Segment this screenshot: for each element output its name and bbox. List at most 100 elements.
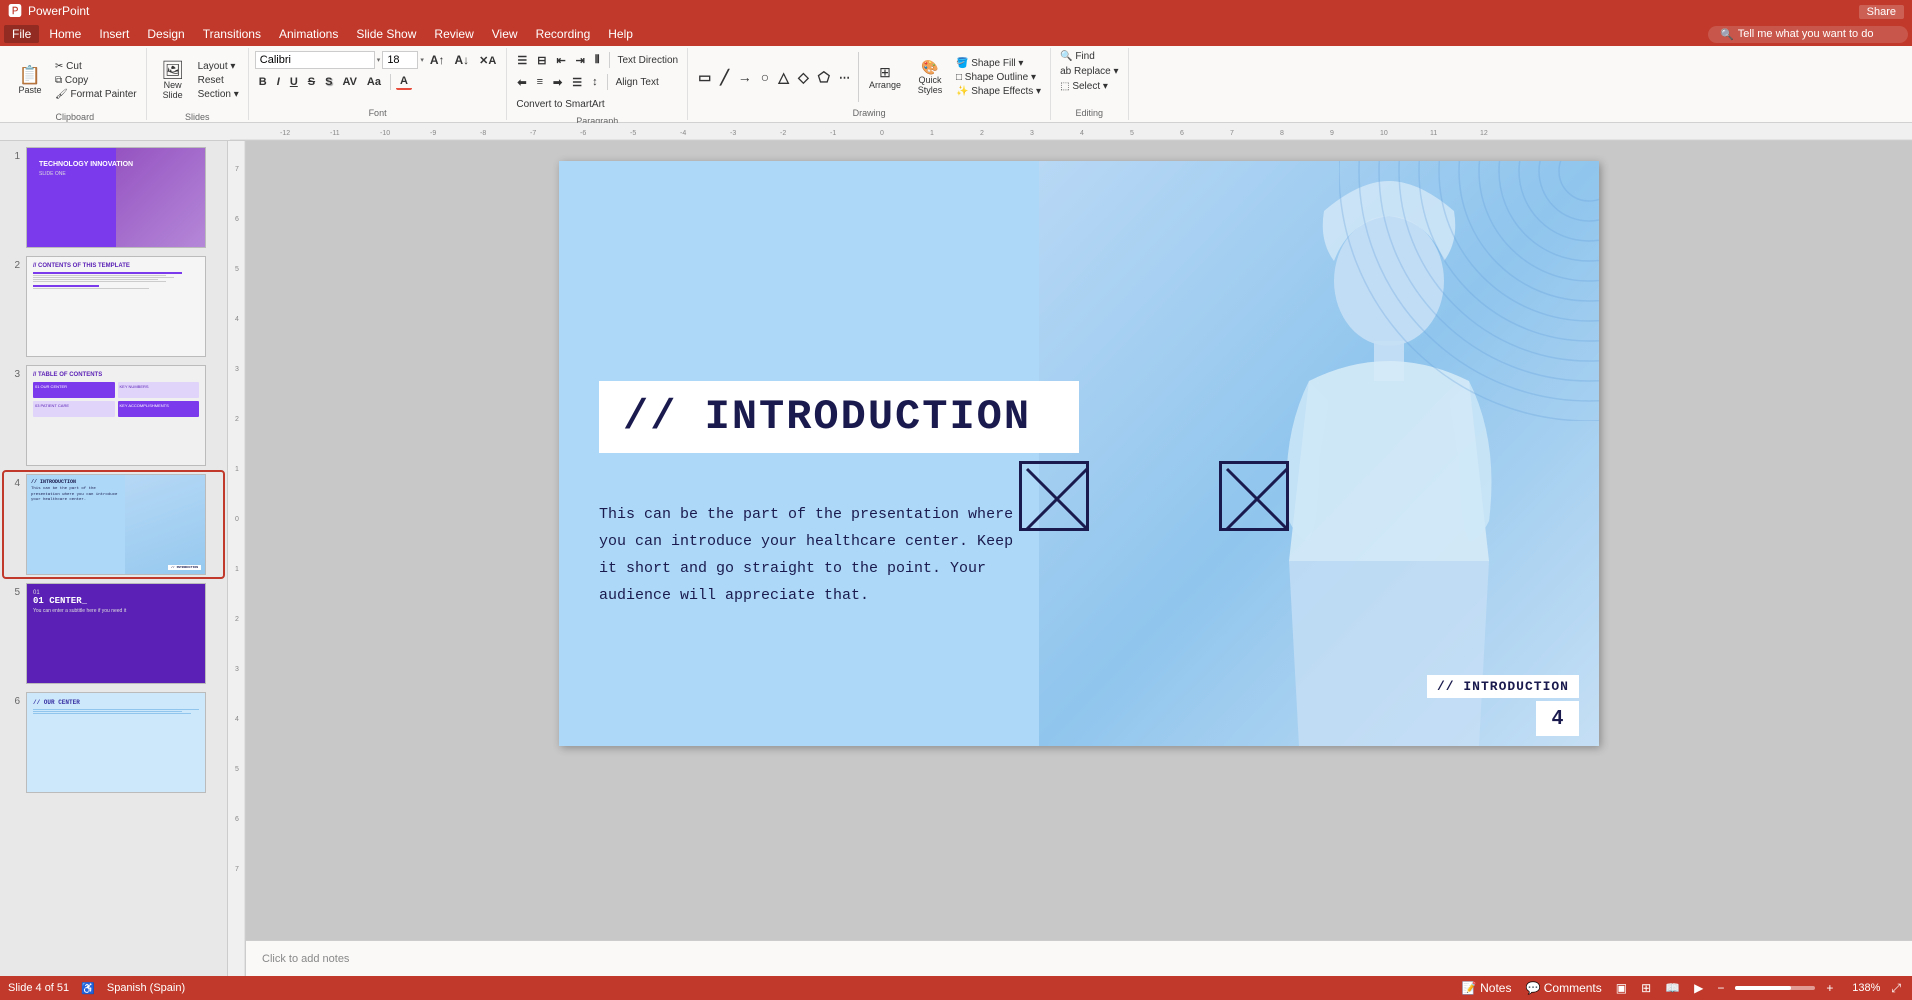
menu-slideshow[interactable]: Slide Show xyxy=(348,25,424,43)
copy-button[interactable]: ⧉ Copy xyxy=(52,74,140,87)
zoom-in-btn[interactable]: + xyxy=(1823,980,1836,996)
font-size-2-button[interactable]: Aa xyxy=(363,75,385,89)
shape-fill-button[interactable]: 🪣 Shape Fill ▾ xyxy=(953,57,1044,70)
layout-button[interactable]: Layout ▾ xyxy=(195,60,242,73)
text-direction-button[interactable]: Text Direction xyxy=(615,54,682,67)
slide-thumb-3[interactable]: 3 // TABLE OF CONTENTS 01 OUR CENTER KEY… xyxy=(4,363,223,468)
clear-format-button[interactable]: ✕A xyxy=(475,53,500,68)
slide-thumb-1[interactable]: 1 TECHNOLOGY INNOVATION SLIDE ONE xyxy=(4,145,223,250)
search-bar[interactable]: 🔍 Tell me what you want to do xyxy=(1708,26,1908,43)
bullet-list-button[interactable]: ☰ xyxy=(513,53,531,68)
drawing-sep xyxy=(858,52,859,102)
quick-styles-button[interactable]: 🎨 Quick Styles xyxy=(908,52,952,102)
find-button[interactable]: 🔍 Find xyxy=(1057,50,1098,63)
format-painter-button[interactable]: 🖌 Format Painter xyxy=(52,88,140,101)
increase-indent-button[interactable]: ⇥ xyxy=(572,53,589,68)
slide-sorter-btn[interactable]: ⊞ xyxy=(1638,980,1654,996)
decrease-font-button[interactable]: A↓ xyxy=(451,52,474,68)
accessibility-icon[interactable]: ♿ xyxy=(81,982,95,995)
shape-outline-button[interactable]: □ Shape Outline ▾ xyxy=(953,71,1044,84)
increase-font-button[interactable]: A↑ xyxy=(426,52,449,68)
menu-view[interactable]: View xyxy=(484,25,526,43)
slide-thumb-6[interactable]: 6 // OUR CENTER xyxy=(4,690,223,795)
arrange-button[interactable]: ⊞ Arrange xyxy=(863,52,907,102)
menu-animations[interactable]: Animations xyxy=(271,25,346,43)
paste-button[interactable]: 📋 Paste xyxy=(10,50,50,110)
svg-text:4: 4 xyxy=(235,716,239,723)
ribbon-group-paragraph: ☰ ⊟ ⇤ ⇥ ⫴ Text Direction ⬅ ≡ ➡ ☰ ↕ Align… xyxy=(507,48,688,120)
shape-diamond[interactable]: ◇ xyxy=(794,68,813,87)
columns-button[interactable]: ⫴ xyxy=(591,53,604,68)
svg-text:7: 7 xyxy=(235,166,239,173)
reset-button[interactable]: Reset xyxy=(195,74,242,87)
underline-button[interactable]: U xyxy=(286,75,302,89)
intro-body-text[interactable]: This can be the part of the presentation… xyxy=(599,501,1029,609)
notes-toggle[interactable]: 📝 Notes xyxy=(1459,980,1515,996)
align-center-button[interactable]: ≡ xyxy=(533,75,547,89)
zoom-out-btn[interactable]: − xyxy=(1714,980,1727,996)
slides-small: Layout ▾ Reset Section ▾ xyxy=(195,60,242,101)
menu-recording[interactable]: Recording xyxy=(528,25,599,43)
shape-triangle[interactable]: △ xyxy=(774,68,793,87)
slide-img-5: 01 01 CENTER_ You can enter a subtitle h… xyxy=(26,583,206,684)
menu-home[interactable]: Home xyxy=(41,25,89,43)
slide-num-3: 3 xyxy=(6,369,20,380)
shape-oval[interactable]: ○ xyxy=(757,68,773,86)
svg-text:3: 3 xyxy=(1030,130,1034,137)
canvas-wrapper: 7 6 5 4 3 2 1 0 1 2 3 4 5 6 7 xyxy=(228,141,1912,976)
convert-smartart-button[interactable]: Convert to SmartArt xyxy=(513,98,607,111)
line-spacing-button[interactable]: ↕ xyxy=(588,75,602,89)
zoom-slider[interactable] xyxy=(1735,986,1815,990)
font-format-row: B I U S S AV Aa A xyxy=(255,72,412,92)
justify-button[interactable]: ☰ xyxy=(568,75,586,90)
shape-arrow[interactable]: → xyxy=(734,68,756,86)
fit-btn[interactable]: ⤢ xyxy=(1888,980,1904,997)
shape-effects-button[interactable]: ✨ Shape Effects ▾ xyxy=(953,85,1044,98)
drawing-small: 🪣 Shape Fill ▾ □ Shape Outline ▾ ✨ Shape… xyxy=(953,57,1044,98)
align-right-button[interactable]: ➡ xyxy=(549,75,566,90)
font-name-input[interactable] xyxy=(255,51,375,69)
font-size-input[interactable] xyxy=(382,51,418,69)
font-name-dropdown-icon[interactable]: ▾ xyxy=(377,56,381,64)
share-button[interactable]: Share xyxy=(1859,5,1904,19)
cut-button[interactable]: ✂ Cut xyxy=(52,60,140,73)
canvas-scroll[interactable]: // INTRODUCTION This can be the part of … xyxy=(246,141,1912,940)
new-slide-button[interactable]: 🖼 New Slide xyxy=(153,50,193,110)
menu-help[interactable]: Help xyxy=(600,25,641,43)
replace-button[interactable]: ab Replace ▾ xyxy=(1057,65,1121,78)
shape-line[interactable]: ╱ xyxy=(716,68,732,87)
shape-pentagon[interactable]: ⬠ xyxy=(814,68,834,87)
slide-thumb-5[interactable]: 5 01 01 CENTER_ You can enter a subtitle… xyxy=(4,581,223,686)
reading-view-btn[interactable]: 📖 xyxy=(1662,980,1683,996)
slideshow-btn[interactable]: ▶ xyxy=(1691,980,1706,996)
slide-canvas[interactable]: // INTRODUCTION This can be the part of … xyxy=(559,161,1599,746)
menu-review[interactable]: Review xyxy=(426,25,481,43)
shape-more[interactable]: ⋯ xyxy=(835,70,854,85)
bold-button[interactable]: B xyxy=(255,75,271,89)
zoom-percent[interactable]: 138% xyxy=(1844,982,1880,994)
char-spacing-button[interactable]: AV xyxy=(338,75,360,89)
menu-insert[interactable]: Insert xyxy=(91,25,137,43)
section-button[interactable]: Section ▾ xyxy=(195,88,242,101)
comments-toggle[interactable]: 💬 Comments xyxy=(1522,980,1604,996)
notes-bar[interactable]: Click to add notes xyxy=(246,940,1912,976)
menu-file[interactable]: File xyxy=(4,25,39,43)
slide-thumb-2[interactable]: 2 // CONTENTS OF THIS TEMPLATE xyxy=(4,254,223,359)
slide-thumb-4[interactable]: 4 // INTRODUCTION This can be the part o… xyxy=(4,472,223,577)
align-text-button[interactable]: Align Text xyxy=(613,76,662,89)
menu-design[interactable]: Design xyxy=(139,25,192,43)
decrease-indent-button[interactable]: ⇤ xyxy=(552,53,569,68)
font-size-dropdown-icon[interactable]: ▾ xyxy=(420,56,424,64)
align-left-button[interactable]: ⬅ xyxy=(513,75,530,90)
slide-num-6: 6 xyxy=(6,696,20,707)
menu-transitions[interactable]: Transitions xyxy=(195,25,269,43)
shadow-button[interactable]: S xyxy=(321,75,336,89)
strikethrough-button[interactable]: S xyxy=(304,75,319,89)
intro-title-box[interactable]: // INTRODUCTION xyxy=(599,381,1079,453)
normal-view-btn[interactable]: ▣ xyxy=(1613,980,1630,996)
select-button[interactable]: ⬚ Select ▾ xyxy=(1057,80,1111,93)
font-color-button[interactable]: A xyxy=(396,74,412,90)
shape-rect[interactable]: ▭ xyxy=(694,68,715,87)
numbered-list-button[interactable]: ⊟ xyxy=(533,53,550,68)
italic-button[interactable]: I xyxy=(273,75,284,89)
